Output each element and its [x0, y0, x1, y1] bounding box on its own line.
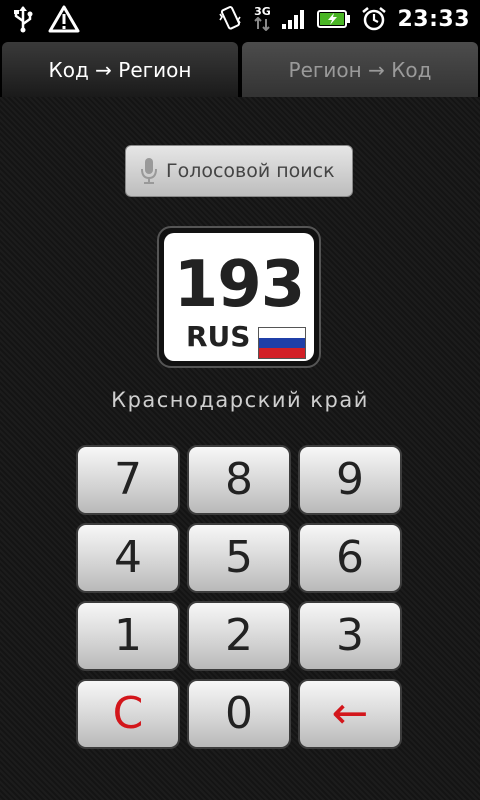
clear-button[interactable]: C	[76, 679, 180, 749]
usb-icon	[12, 5, 34, 33]
key-2[interactable]: 2	[187, 601, 291, 671]
key-0[interactable]: 0	[187, 679, 291, 749]
key-3[interactable]: 3	[298, 601, 402, 671]
alarm-icon	[361, 6, 387, 32]
plate-face: 193 RUS	[164, 233, 314, 361]
key-7[interactable]: 7	[76, 445, 180, 515]
key-1[interactable]: 1	[76, 601, 180, 671]
warning-icon	[48, 5, 80, 33]
key-9[interactable]: 9	[298, 445, 402, 515]
clock: 23:33	[397, 6, 470, 32]
battery-charging-icon	[317, 9, 351, 29]
region-name: Краснодарский край	[111, 388, 369, 412]
tab-code-to-region[interactable]: Код → Регион	[2, 42, 238, 97]
key-4[interactable]: 4	[76, 523, 180, 593]
vibrate-icon	[217, 5, 243, 33]
microphone-icon	[140, 156, 158, 186]
key-8[interactable]: 8	[187, 445, 291, 515]
region-plate: 193 RUS	[157, 226, 321, 368]
russian-flag-icon	[258, 327, 306, 359]
status-bar: 3G 23:33	[0, 0, 480, 38]
backspace-button[interactable]: ←	[298, 679, 402, 749]
network-3g-icon: 3G	[253, 5, 271, 31]
network-type-label: 3G	[254, 5, 271, 18]
keypad: 7 8 9 4 5 6 1 2 3 C 0 ←	[76, 445, 404, 749]
tab-region-to-code[interactable]: Регион → Код	[242, 42, 478, 97]
voice-search-label: Голосовой поиск	[166, 160, 335, 182]
voice-search-button[interactable]: Голосовой поиск	[125, 145, 353, 197]
tab-bar: Код → Регион Регион → Код	[0, 38, 480, 97]
signal-icon	[281, 8, 307, 30]
key-6[interactable]: 6	[298, 523, 402, 593]
key-5[interactable]: 5	[187, 523, 291, 593]
region-code: 193	[173, 248, 306, 322]
country-code: RUS	[186, 320, 251, 353]
